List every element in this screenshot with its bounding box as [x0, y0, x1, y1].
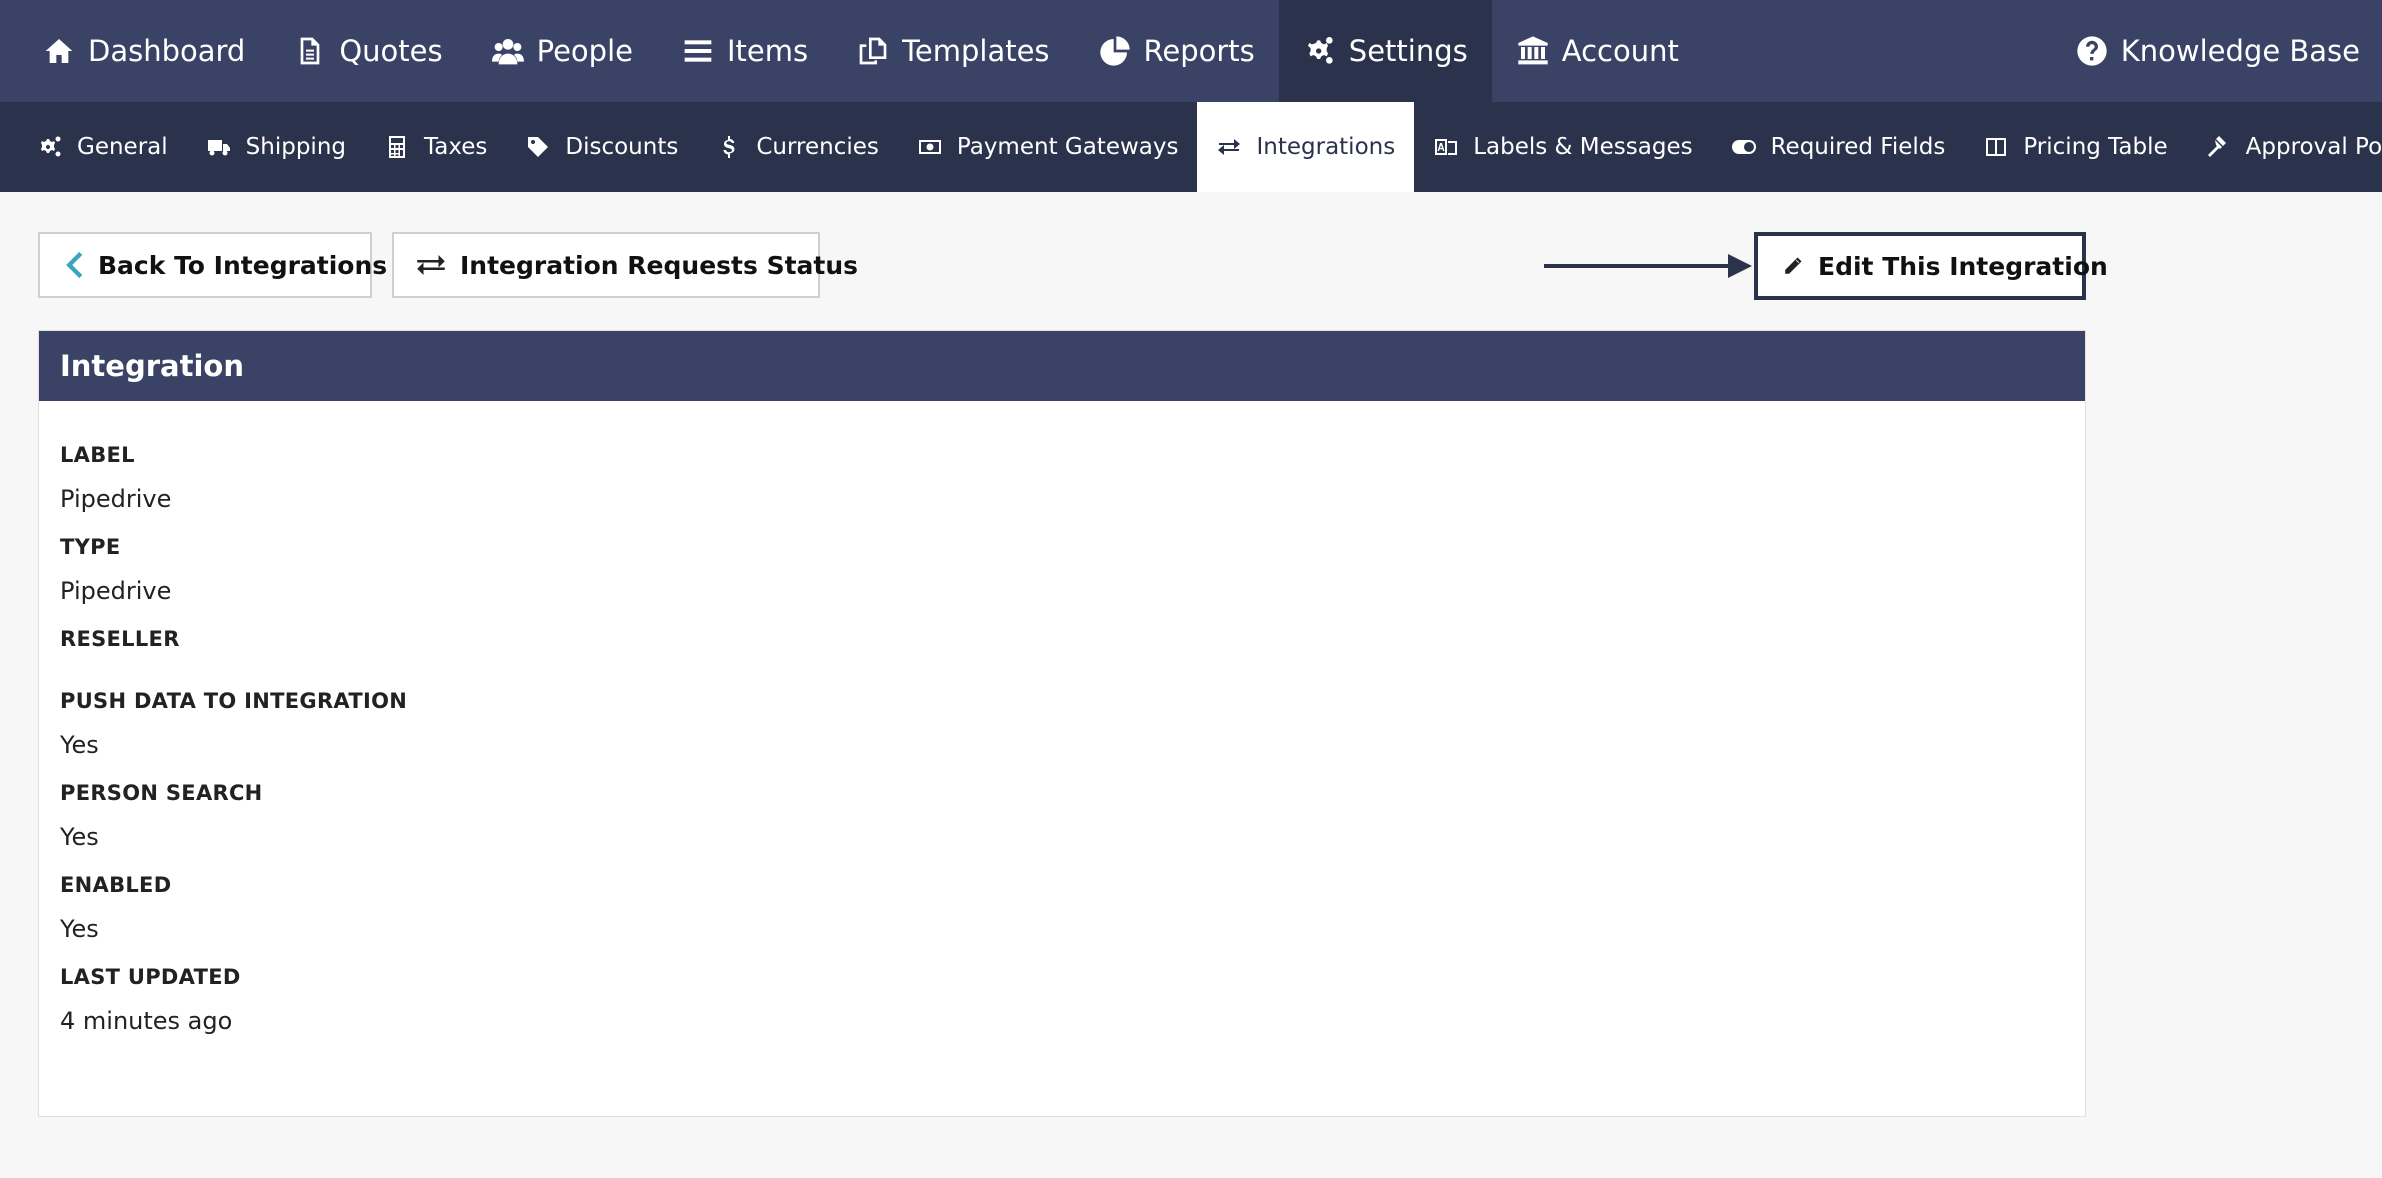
subnav-pricing-table[interactable]: Pricing Table	[1964, 102, 2186, 192]
field-person-search: PERSON SEARCH Yes	[60, 781, 2064, 851]
users-icon	[491, 34, 525, 68]
document-icon	[293, 34, 327, 68]
nav-people[interactable]: People	[467, 0, 657, 102]
subnav-general[interactable]: General	[18, 102, 187, 192]
money-icon	[917, 134, 943, 160]
nav-reports[interactable]: Reports	[1074, 0, 1279, 102]
integration-panel: Integration LABEL Pipedrive TYPE Pipedri…	[38, 330, 2086, 1117]
field-type: TYPE Pipedrive	[60, 535, 2064, 605]
nav-settings[interactable]: Settings	[1278, 0, 1492, 102]
subnav-shipping[interactable]: Shipping	[187, 102, 365, 192]
field-last-updated: LAST UPDATED 4 minutes ago	[60, 965, 2064, 1035]
field-enabled-value: Yes	[60, 915, 99, 943]
field-type-heading: TYPE	[60, 535, 121, 559]
bank-icon	[1516, 34, 1550, 68]
chevron-left-icon	[66, 252, 84, 278]
field-label: LABEL Pipedrive	[60, 443, 2064, 513]
dollar-icon	[716, 134, 742, 160]
subnav-integrations[interactable]: Integrations	[1197, 102, 1415, 192]
settings-subnav: General Shipping Taxes Discounts Currenc…	[0, 102, 2382, 192]
field-person-search-heading: PERSON SEARCH	[60, 781, 263, 805]
nav-account[interactable]: Account	[1492, 0, 1703, 102]
field-enabled-heading: ENABLED	[60, 873, 172, 897]
gears-icon	[1303, 34, 1337, 68]
field-reseller-heading: RESELLER	[60, 627, 180, 651]
field-enabled: ENABLED Yes	[60, 873, 2064, 943]
nav-items[interactable]: Items	[657, 0, 832, 102]
subnav-payment-gateways[interactable]: Payment Gateways	[898, 102, 1198, 192]
subnav-taxes[interactable]: Taxes	[365, 102, 506, 192]
language-icon	[1433, 134, 1459, 160]
field-label-value: Pipedrive	[60, 485, 172, 513]
toggle-icon	[1731, 134, 1757, 160]
gavel-icon	[2206, 134, 2232, 160]
gears-icon	[37, 134, 63, 160]
list-icon	[681, 34, 715, 68]
field-person-search-value: Yes	[60, 823, 99, 851]
subnav-currencies[interactable]: Currencies	[697, 102, 898, 192]
field-label-heading: LABEL	[60, 443, 135, 467]
field-push-data: PUSH DATA TO INTEGRATION Yes	[60, 689, 2064, 759]
subnav-approval-policies[interactable]: Approval Policies	[2187, 102, 2382, 192]
pencil-icon	[1782, 255, 1804, 277]
exchange-icon	[416, 252, 446, 278]
field-push-data-heading: PUSH DATA TO INTEGRATION	[60, 689, 408, 713]
pointer-arrow	[1544, 254, 1752, 278]
field-push-data-value: Yes	[60, 731, 99, 759]
field-last-updated-value: 4 minutes ago	[60, 1007, 233, 1035]
back-to-integrations-button[interactable]: Back To Integrations	[38, 232, 387, 298]
edit-integration-button[interactable]: Edit This Integration	[1754, 232, 2108, 300]
subnav-discounts[interactable]: Discounts	[506, 102, 697, 192]
home-icon	[42, 34, 76, 68]
truck-icon	[206, 134, 232, 160]
field-reseller: RESELLER	[60, 627, 2064, 651]
nav-templates[interactable]: Templates	[832, 0, 1073, 102]
tag-icon	[525, 134, 551, 160]
integration-details: LABEL Pipedrive TYPE Pipedrive RESELLER …	[39, 401, 2085, 1035]
pie-chart-icon	[1098, 34, 1132, 68]
question-circle-icon	[2075, 34, 2109, 68]
integration-requests-status-button[interactable]: Integration Requests Status	[392, 232, 858, 298]
columns-icon	[1983, 134, 2009, 160]
copy-icon	[856, 34, 890, 68]
nav-quotes[interactable]: Quotes	[269, 0, 466, 102]
nav-knowledge-base[interactable]: Knowledge Base	[2051, 0, 2382, 102]
exchange-icon	[1216, 134, 1242, 160]
subnav-required-fields[interactable]: Required Fields	[1712, 102, 1965, 192]
nav-dashboard[interactable]: Dashboard	[0, 0, 269, 102]
calculator-icon	[384, 134, 410, 160]
field-type-value: Pipedrive	[60, 577, 172, 605]
top-navigation: Dashboard Quotes People Items Templates …	[0, 0, 2382, 102]
panel-title: Integration	[39, 331, 2085, 401]
subnav-labels-messages[interactable]: Labels & Messages	[1414, 102, 1711, 192]
field-last-updated-heading: LAST UPDATED	[60, 965, 241, 989]
